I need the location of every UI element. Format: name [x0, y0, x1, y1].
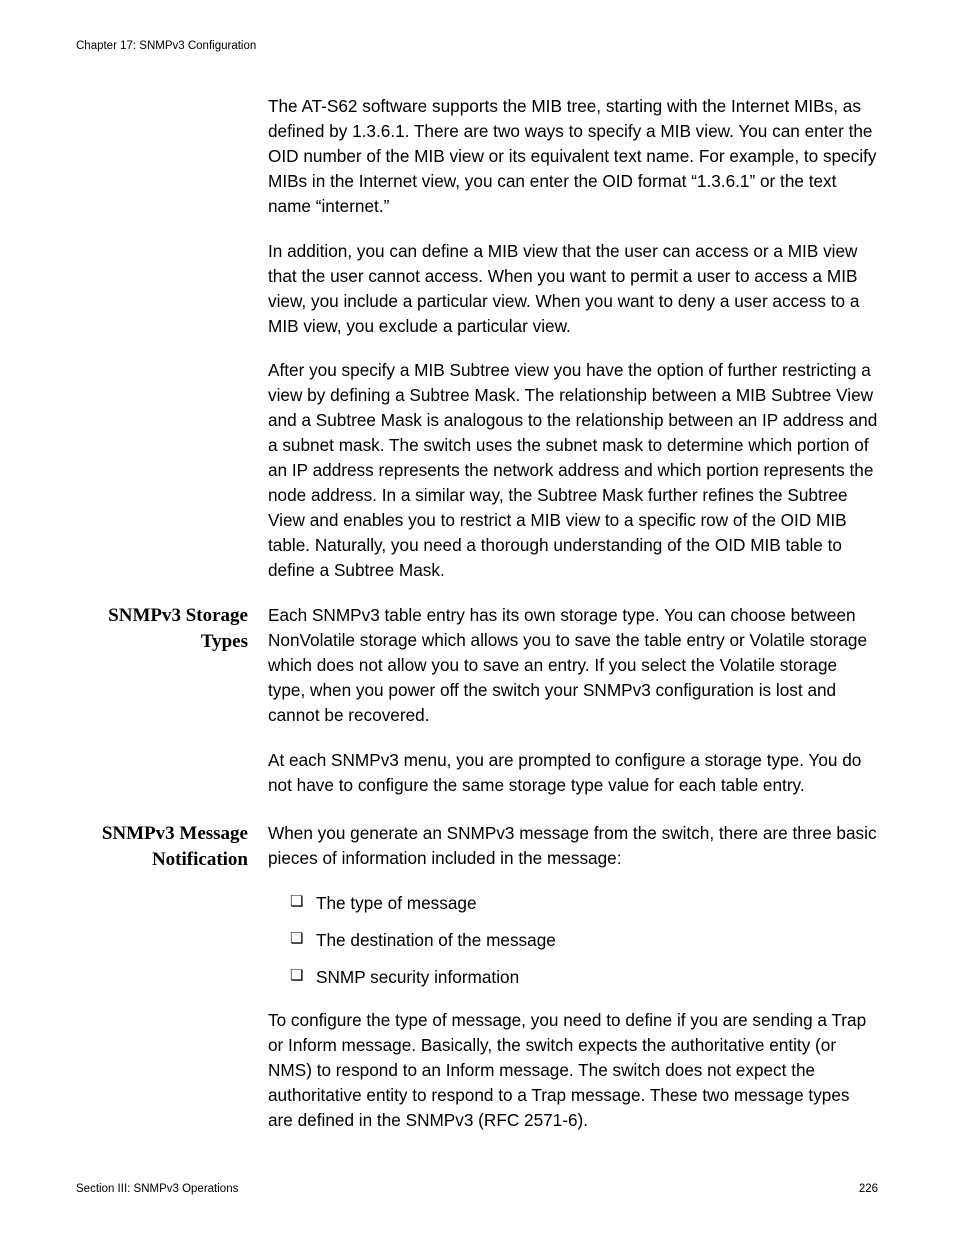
intro-content: The AT-S62 software supports the MIB tre…	[268, 94, 878, 583]
intro-paragraph-3: After you specify a MIB Subtree view you…	[268, 358, 878, 582]
list-item: ❏ The type of message	[290, 891, 878, 916]
list-item: ❏ SNMP security information	[290, 965, 878, 990]
list-item-text: The type of message	[316, 891, 477, 916]
chapter-label: Chapter 17: SNMPv3 Configuration	[76, 40, 256, 52]
list-item: ❏ The destination of the message	[290, 928, 878, 953]
list-item-text: SNMP security information	[316, 965, 519, 990]
storage-paragraph-2: At each SNMPv3 menu, you are prompted to…	[268, 748, 878, 798]
bullet-icon: ❏	[290, 928, 316, 953]
storage-section: SNMPv3 Storage Types Each SNMPv3 table e…	[76, 603, 878, 818]
notification-paragraph-2: To configure the type of message, you ne…	[268, 1008, 878, 1133]
page: Chapter 17: SNMPv3 Configuration The AT-…	[0, 0, 954, 1235]
storage-paragraph-1: Each SNMPv3 table entry has its own stor…	[268, 603, 878, 728]
bullet-icon: ❏	[290, 965, 316, 990]
list-item-text: The destination of the message	[316, 928, 556, 953]
notification-section: SNMPv3 Message Notification When you gen…	[76, 821, 878, 1152]
notification-paragraph-1: When you generate an SNMPv3 message from…	[268, 821, 878, 871]
notification-list: ❏ The type of message ❏ The destination …	[268, 891, 878, 990]
intro-paragraph-1: The AT-S62 software supports the MIB tre…	[268, 94, 878, 219]
notification-heading: SNMPv3 Message Notification	[76, 821, 268, 1152]
storage-heading: SNMPv3 Storage Types	[76, 603, 268, 818]
intro-paragraph-2: In addition, you can define a MIB view t…	[268, 239, 878, 339]
bullet-icon: ❏	[290, 891, 316, 916]
page-footer: Section III: SNMPv3 Operations 226	[76, 1183, 878, 1195]
storage-body: Each SNMPv3 table entry has its own stor…	[268, 603, 878, 818]
page-header: Chapter 17: SNMPv3 Configuration	[76, 40, 878, 52]
page-number: 226	[859, 1183, 878, 1195]
section-label: Section III: SNMPv3 Operations	[76, 1183, 238, 1195]
notification-body: When you generate an SNMPv3 message from…	[268, 821, 878, 1152]
